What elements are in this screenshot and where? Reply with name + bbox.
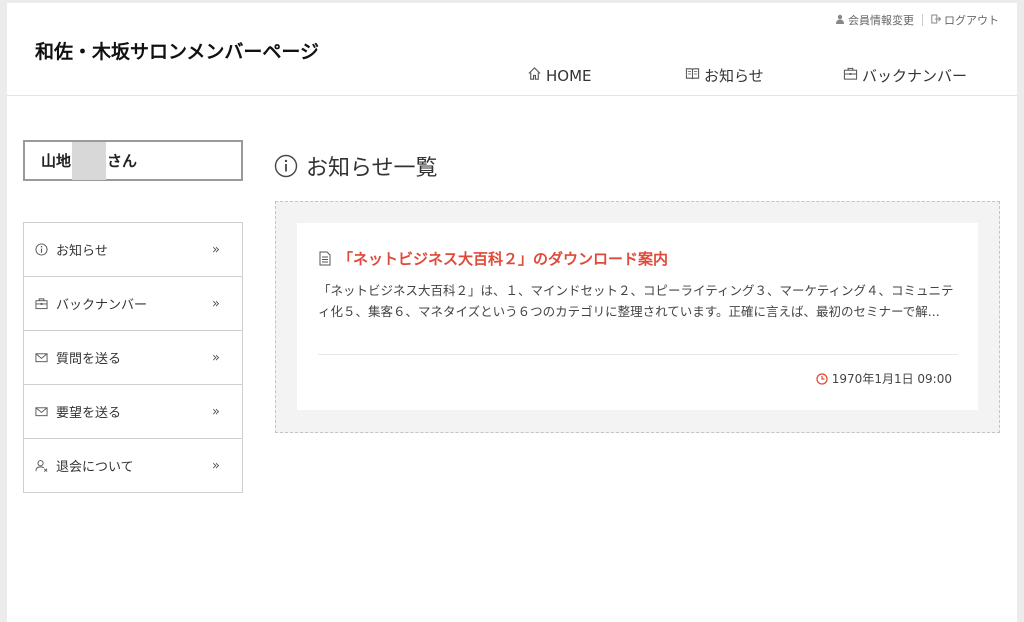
site-title[interactable]: 和佐・木坂サロンメンバーページ xyxy=(35,37,319,64)
logout-label: ログアウト xyxy=(944,14,999,27)
page-title: お知らせ一覧 xyxy=(306,156,438,181)
notice-date-text: 1970年1月1日 09:00 xyxy=(831,372,952,386)
sidebar-item-label: 要望を送る xyxy=(56,406,122,421)
top-links: 会員情報変更 ログアウト xyxy=(835,12,999,28)
document-icon xyxy=(319,251,331,266)
info-icon xyxy=(35,243,48,256)
nav-home-label: HOME xyxy=(546,66,592,85)
mail-icon xyxy=(35,407,48,417)
user-remove-icon xyxy=(35,460,48,472)
nav-backnumber-label: バックナンバー xyxy=(862,67,968,85)
mail-icon xyxy=(35,353,48,363)
logout-link[interactable]: ログアウト xyxy=(931,12,999,28)
sidebar-menu: お知らせ » バックナンバー » 質問を送る » 要望を送る » 退会について … xyxy=(23,222,243,493)
notice-list: 「ネットビジネス大百科２」のダウンロード案内 「ネットビジネス大百科２」は、１、… xyxy=(275,201,1000,433)
user-name-prefix: 山地 xyxy=(41,152,72,170)
sidebar-item-question[interactable]: 質問を送る » xyxy=(24,331,242,385)
user-name-box: 山地 さん xyxy=(23,140,243,181)
nav-news[interactable]: お知らせ xyxy=(685,65,843,86)
redacted-block xyxy=(72,141,107,180)
chevron-right-icon: » xyxy=(212,350,220,365)
nav-home[interactable]: HOME xyxy=(527,65,685,86)
page-frame: 和佐・木坂サロンメンバーページ 会員情報変更 ログアウト HOME お知らせ バ… xyxy=(7,3,1017,622)
nav-backnumber[interactable]: バックナンバー xyxy=(843,65,967,86)
sidebar-item-label: バックナンバー xyxy=(56,298,148,313)
sidebar-item-label: 退会について xyxy=(56,460,134,475)
sidebar-item-label: 質問を送る xyxy=(56,352,122,367)
notice-card: 「ネットビジネス大百科２」のダウンロード案内 「ネットビジネス大百科２」は、１、… xyxy=(297,223,978,410)
chevron-right-icon: » xyxy=(212,242,220,257)
chevron-right-icon: » xyxy=(212,404,220,419)
notice-date: 1970年1月1日 09:00 xyxy=(816,370,952,387)
notice-title-link[interactable]: 「ネットビジネス大百科２」のダウンロード案内 xyxy=(318,248,668,269)
edit-profile-link[interactable]: 会員情報変更 xyxy=(835,12,914,28)
edit-profile-label: 会員情報変更 xyxy=(848,14,914,27)
briefcase-icon xyxy=(35,298,48,310)
chevron-right-icon: » xyxy=(212,458,220,473)
page-heading: お知らせ一覧 xyxy=(274,150,438,182)
notice-title: 「ネットビジネス大百科２」のダウンロード案内 xyxy=(338,250,669,268)
divider xyxy=(318,354,958,355)
site-header: 和佐・木坂サロンメンバーページ 会員情報変更 ログアウト HOME お知らせ バ… xyxy=(7,3,1017,96)
logout-icon xyxy=(931,14,942,27)
book-icon xyxy=(685,66,700,85)
nav-news-label: お知らせ xyxy=(704,67,764,85)
briefcase-icon xyxy=(843,66,858,85)
info-icon xyxy=(274,154,298,178)
sidebar-item-backnumber[interactable]: バックナンバー » xyxy=(24,277,242,331)
main-nav: HOME お知らせ バックナンバー xyxy=(527,65,967,86)
sidebar-item-request[interactable]: 要望を送る » xyxy=(24,385,242,439)
sidebar-item-news[interactable]: お知らせ » xyxy=(24,223,242,277)
divider xyxy=(922,14,923,26)
sidebar-item-label: お知らせ xyxy=(56,244,108,259)
user-name-suffix: さん xyxy=(107,152,138,170)
home-icon xyxy=(527,66,542,85)
clock-icon xyxy=(816,372,828,385)
user-icon xyxy=(835,14,845,27)
chevron-right-icon: » xyxy=(212,296,220,311)
notice-excerpt: 「ネットビジネス大百科２」は、１、マインドセット２、コピーライティング３、マーケ… xyxy=(318,283,954,319)
sidebar-item-unsubscribe[interactable]: 退会について » xyxy=(24,439,242,492)
